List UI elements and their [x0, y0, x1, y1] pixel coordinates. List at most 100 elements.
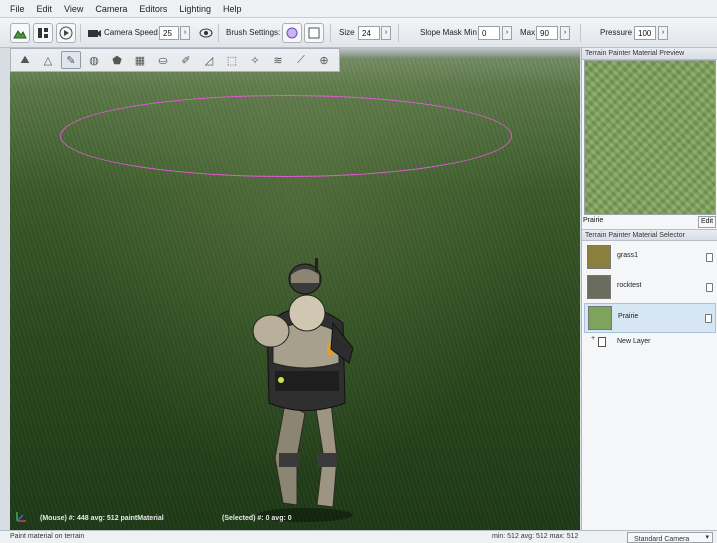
paint-material-tool-button[interactable]: ✎ — [61, 51, 81, 69]
menu-camera[interactable]: Camera — [95, 4, 127, 14]
menu-help[interactable]: Help — [223, 4, 242, 14]
eraser-icon: ◿ — [204, 54, 214, 67]
box-brush-icon — [308, 27, 320, 39]
play-button[interactable] — [56, 23, 76, 43]
status-stats: min: 512 avg: 512 max: 512 — [492, 533, 579, 540]
camera-speed-label: Camera Speed — [104, 28, 158, 37]
fill-icon: ✧ — [250, 54, 260, 67]
main-toolbar: Camera Speed 25 › Brush Settings: Size 2… — [0, 18, 717, 48]
selected-readout: (Selected) #: 0 avg: 0 — [222, 515, 292, 522]
max-label: Max — [520, 28, 536, 37]
material-row-rocktest[interactable]: rocktest — [584, 273, 716, 303]
delete-material-icon[interactable] — [706, 283, 713, 292]
material-name: rocktest — [617, 282, 642, 289]
eye-icon — [199, 28, 213, 38]
material-selector-title: Terrain Painter Material Selector — [582, 229, 717, 241]
edit-material-button[interactable]: Edit — [698, 216, 716, 228]
circle-brush-button[interactable] — [282, 23, 302, 43]
delete-material-icon[interactable] — [705, 314, 712, 323]
circle-brush-icon — [286, 27, 298, 39]
preview-material-name: Prairie — [583, 217, 604, 224]
camera-mode-select[interactable]: Standard Camera ▾ — [627, 532, 713, 543]
erase-tool-button[interactable]: ◿ — [199, 51, 219, 69]
plus-icon: + — [591, 335, 596, 342]
pressure-field[interactable]: 100 — [634, 26, 656, 40]
selection-icon: ⬚ — [226, 54, 238, 67]
terrain-icon — [13, 30, 27, 39]
material-preview-image — [584, 60, 716, 215]
min-label: Min — [464, 28, 477, 37]
bucket-icon: ⛀ — [158, 54, 168, 67]
material-list: grass1 rocktest Prairie + New Layer — [584, 243, 716, 353]
material-thumbnail — [587, 245, 611, 269]
elevate-tool-button[interactable]: ⛰ — [15, 51, 35, 69]
box-brush-button[interactable] — [304, 23, 324, 43]
smudge-tool-button[interactable]: ⟋ — [291, 51, 311, 69]
smooth-tool-button[interactable]: ◍ — [84, 51, 104, 69]
clear-tool-button[interactable]: ≋ — [268, 51, 288, 69]
material-preview-title: Terrain Painter Material Preview — [582, 48, 717, 60]
pressure-label: Pressure — [600, 28, 633, 37]
axis-gizmo-icon — [16, 512, 26, 522]
brush-cursor-ring — [60, 95, 512, 177]
material-thumbnail — [587, 275, 611, 299]
paint-brush-icon: ✎ — [66, 54, 76, 67]
inspector-button[interactable] — [33, 23, 53, 43]
adjust-height-tool-button[interactable]: ⛀ — [153, 51, 173, 69]
terrain-editor-button[interactable] — [10, 23, 30, 43]
camera-button[interactable] — [84, 23, 104, 43]
select-tool-button[interactable]: ⬚ — [222, 51, 242, 69]
lower-tool-button[interactable]: △ — [38, 51, 58, 69]
feather-icon: ✐ — [181, 54, 191, 67]
shield-icon: ⬟ — [112, 54, 122, 67]
max-arrow[interactable]: › — [560, 26, 570, 40]
flatten-tool-button[interactable]: ⬟ — [107, 51, 127, 69]
status-bar: Paint material on terrain min: 512 avg: … — [0, 530, 717, 543]
grid-icon: ▦ — [134, 54, 146, 67]
max-field[interactable]: 90 — [536, 26, 558, 40]
material-row-prairie[interactable]: Prairie — [584, 303, 716, 333]
visibility-button[interactable] — [196, 23, 216, 43]
material-tool-button[interactable]: ⊕ — [314, 51, 334, 69]
material-row-grass1[interactable]: grass1 — [584, 243, 716, 273]
wave-icon: ≋ — [273, 54, 283, 67]
camera-speed-field[interactable]: 25 — [159, 26, 179, 40]
soldier-character — [252, 258, 354, 522]
elevate-icon: ⛰ — [20, 53, 30, 66]
size-label: Size — [339, 28, 355, 37]
size-field[interactable]: 24 — [358, 26, 380, 40]
chevron-down-icon: ▾ — [705, 534, 709, 541]
document-icon — [598, 337, 606, 347]
camera-icon — [88, 30, 101, 37]
scene-viewport[interactable]: (Mouse) #: 448 avg: 512 paintMaterial (S… — [10, 48, 580, 530]
delete-material-icon[interactable] — [706, 253, 713, 262]
menu-lighting[interactable]: Lighting — [179, 4, 211, 14]
material-icon: ⊕ — [319, 54, 329, 67]
pressure-arrow[interactable]: › — [658, 26, 668, 40]
size-arrow[interactable]: › — [381, 26, 391, 40]
new-layer-label: New Layer — [617, 338, 651, 345]
new-layer-button[interactable]: + New Layer — [584, 333, 716, 353]
fill-tool-button[interactable]: ✧ — [245, 51, 265, 69]
min-arrow[interactable]: › — [502, 26, 512, 40]
menu-view[interactable]: View — [64, 4, 83, 14]
triangle-icon: △ — [43, 54, 53, 67]
terrain-tool-palette: ⛰ △ ✎ ◍ ⬟ ▦ ⛀ ✐ ◿ ⬚ ✧ ≋ ⟋ ⊕ — [10, 48, 340, 72]
camera-speed-arrow[interactable]: › — [180, 26, 190, 40]
material-name: grass1 — [617, 252, 639, 259]
menu-edit[interactable]: Edit — [37, 4, 53, 14]
menu-file[interactable]: File — [10, 4, 25, 14]
min-field[interactable]: 0 — [478, 26, 500, 40]
right-panel: Terrain Painter Material Preview Prairie… — [581, 48, 717, 530]
status-hint: Paint material on terrain — [10, 533, 85, 540]
brush-settings-label: Brush Settings: — [226, 28, 281, 37]
slope-tool-button[interactable]: ✐ — [176, 51, 196, 69]
camera-mode-value: Standard Camera — [634, 536, 690, 543]
material-thumbnail — [588, 306, 612, 330]
play-icon — [59, 26, 73, 40]
menu-editors[interactable]: Editors — [139, 4, 167, 14]
material-name: Prairie — [618, 313, 639, 320]
noise-tool-button[interactable]: ▦ — [130, 51, 150, 69]
slope-mask-label: Slope Mask — [420, 28, 462, 37]
globe-icon: ◍ — [89, 54, 99, 67]
